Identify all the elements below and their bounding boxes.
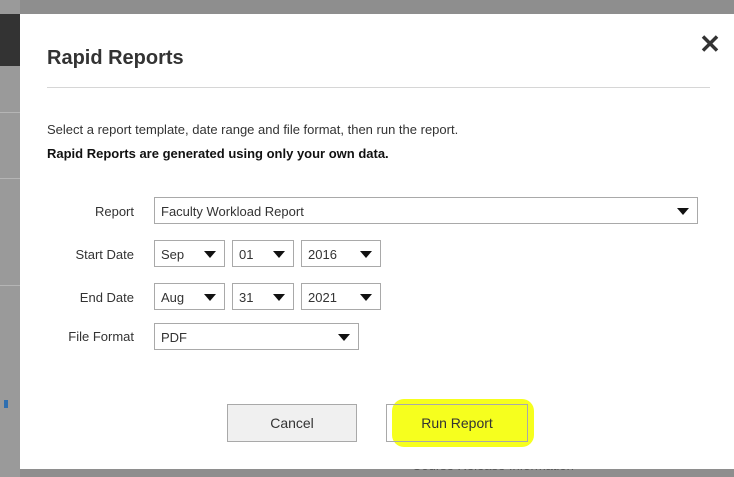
caret-down-icon — [677, 208, 689, 215]
background-divider — [0, 178, 20, 179]
start-month-value: Sep — [161, 247, 185, 262]
caret-down-icon — [204, 251, 216, 258]
caret-down-icon — [360, 294, 372, 301]
dialog-note: Rapid Reports are generated using only y… — [47, 146, 389, 161]
report-label: Report — [94, 204, 134, 219]
end-month-select[interactable]: Aug — [154, 283, 225, 310]
end-month-value: Aug — [161, 290, 185, 305]
background-header-block — [0, 14, 20, 66]
start-month-select[interactable]: Sep — [154, 240, 225, 267]
start-date-label: Start Date — [75, 247, 134, 262]
close-icon[interactable]: ✕ — [698, 31, 722, 57]
background-divider — [0, 112, 20, 113]
cancel-button[interactable]: Cancel — [227, 404, 357, 442]
start-day-value: 01 — [239, 247, 254, 262]
end-year-value: 2021 — [308, 290, 337, 305]
background-marker — [4, 400, 8, 408]
dialog-description: Select a report template, date range and… — [47, 122, 459, 137]
rapid-reports-dialog: Rapid Reports ✕ Select a report template… — [20, 14, 734, 469]
background-divider — [0, 285, 20, 286]
start-year-select[interactable]: 2016 — [301, 240, 381, 267]
dialog-title: Rapid Reports — [47, 47, 184, 69]
run-report-button[interactable]: Run Report — [386, 404, 528, 442]
file-format-value: PDF — [161, 330, 187, 345]
caret-down-icon — [204, 294, 216, 301]
start-year-value: 2016 — [308, 247, 337, 262]
background-sidebar — [0, 0, 20, 477]
caret-down-icon — [273, 251, 285, 258]
start-day-select[interactable]: 01 — [232, 240, 294, 267]
caret-down-icon — [273, 294, 285, 301]
file-format-select[interactable]: PDF — [154, 323, 359, 350]
end-day-value: 31 — [239, 290, 254, 305]
end-day-select[interactable]: 31 — [232, 283, 294, 310]
caret-down-icon — [360, 251, 372, 258]
end-year-select[interactable]: 2021 — [301, 283, 381, 310]
file-format-label: File Format — [68, 329, 134, 344]
caret-down-icon — [338, 334, 350, 341]
end-date-label: End Date — [79, 290, 134, 305]
title-divider — [47, 87, 710, 88]
report-select[interactable]: Faculty Workload Report — [154, 197, 698, 224]
report-select-value: Faculty Workload Report — [161, 204, 304, 219]
